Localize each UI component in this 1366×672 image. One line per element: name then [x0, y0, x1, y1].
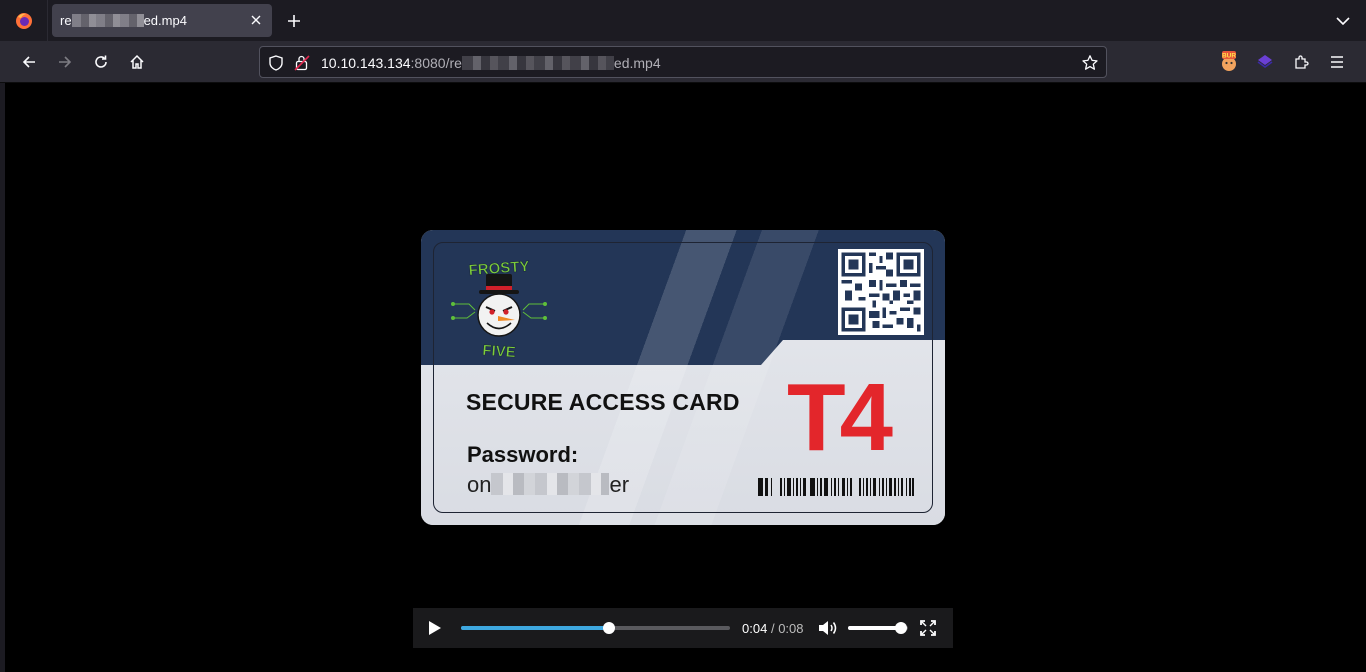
- purple-cube-extension-button[interactable]: [1252, 49, 1278, 75]
- qr-code: [838, 249, 924, 335]
- home-icon: [130, 54, 144, 69]
- extensions-button[interactable]: [1288, 49, 1314, 75]
- volume-slider[interactable]: [848, 622, 908, 634]
- speaker-icon: [819, 621, 837, 635]
- url-text: 10.10.143.134:8080/re ed.mp4: [321, 55, 661, 71]
- new-tab-button[interactable]: [283, 10, 305, 32]
- firefox-icon: [15, 12, 32, 29]
- play-icon: [429, 621, 441, 635]
- fullscreen-icon: [920, 620, 936, 636]
- video-controls: 0:04 / 0:08: [413, 608, 953, 648]
- app-menu-button[interactable]: [1324, 49, 1350, 75]
- scrubber-thumb[interactable]: [602, 622, 615, 634]
- barcode: [758, 478, 914, 496]
- firefox-view-button[interactable]: [0, 0, 48, 41]
- close-icon: [251, 15, 261, 25]
- time-separator: /: [770, 621, 775, 636]
- volume-thumb[interactable]: [894, 622, 907, 634]
- hamburger-menu-icon: [1331, 56, 1343, 68]
- card-heading: SECURE ACCESS CARD: [466, 389, 740, 415]
- redacted-blur: [461, 56, 614, 70]
- redacted-blur: [71, 14, 144, 27]
- back-arrow-icon: [22, 56, 35, 68]
- scrubber-progress: [461, 626, 609, 630]
- password-label: Password:: [467, 442, 579, 467]
- frosty-five-logo: FROSTY FIVE: [451, 258, 547, 361]
- redacted-blur: [491, 473, 610, 495]
- tab-title: re ed.mp4: [60, 13, 187, 28]
- password-value: on er: [467, 472, 630, 497]
- navigation-toolbar: 10.10.143.134:8080/re ed.mp4 BUR: [0, 41, 1366, 83]
- tab-strip: re ed.mp4: [0, 0, 1366, 41]
- play-button[interactable]: [425, 618, 445, 638]
- scrubber-bar[interactable]: [461, 622, 730, 634]
- chevron-down-icon: [1336, 17, 1350, 25]
- purple-cube-extension-icon: [1257, 55, 1273, 68]
- burp-extension-icon: BUR: [1222, 51, 1236, 71]
- access-card-video-frame: FROSTY FIVE SECURE ACCESS CARD Password:…: [421, 230, 945, 525]
- plus-icon: [288, 15, 300, 27]
- forward-button[interactable]: [52, 49, 78, 75]
- tab-close-button[interactable]: [248, 12, 264, 28]
- home-button[interactable]: [124, 49, 150, 75]
- tier-label: T4: [787, 364, 893, 471]
- current-time: 0:04: [742, 621, 768, 636]
- burp-extension-button[interactable]: BUR: [1216, 49, 1242, 75]
- bookmark-star-icon[interactable]: [1081, 54, 1099, 72]
- time-readout: 0:04 / 0:08: [742, 621, 804, 636]
- list-all-tabs-button[interactable]: [1334, 12, 1352, 30]
- duration: 0:08: [778, 621, 804, 636]
- mute-button[interactable]: [817, 618, 839, 638]
- svg-text:BUR: BUR: [1222, 53, 1236, 60]
- svg-text:FIVE: FIVE: [482, 342, 516, 361]
- address-bar[interactable]: 10.10.143.134:8080/re ed.mp4: [259, 46, 1107, 78]
- volume-level: [848, 626, 901, 630]
- insecure-lock-icon[interactable]: [294, 54, 310, 72]
- reload-icon: [95, 55, 107, 68]
- extensions-puzzle-icon: [1295, 55, 1309, 69]
- reload-button[interactable]: [88, 49, 114, 75]
- forward-arrow-icon: [59, 56, 72, 68]
- active-tab[interactable]: re ed.mp4: [52, 4, 272, 37]
- shield-icon[interactable]: [268, 55, 284, 71]
- back-button[interactable]: [16, 49, 42, 75]
- fullscreen-button[interactable]: [919, 619, 937, 637]
